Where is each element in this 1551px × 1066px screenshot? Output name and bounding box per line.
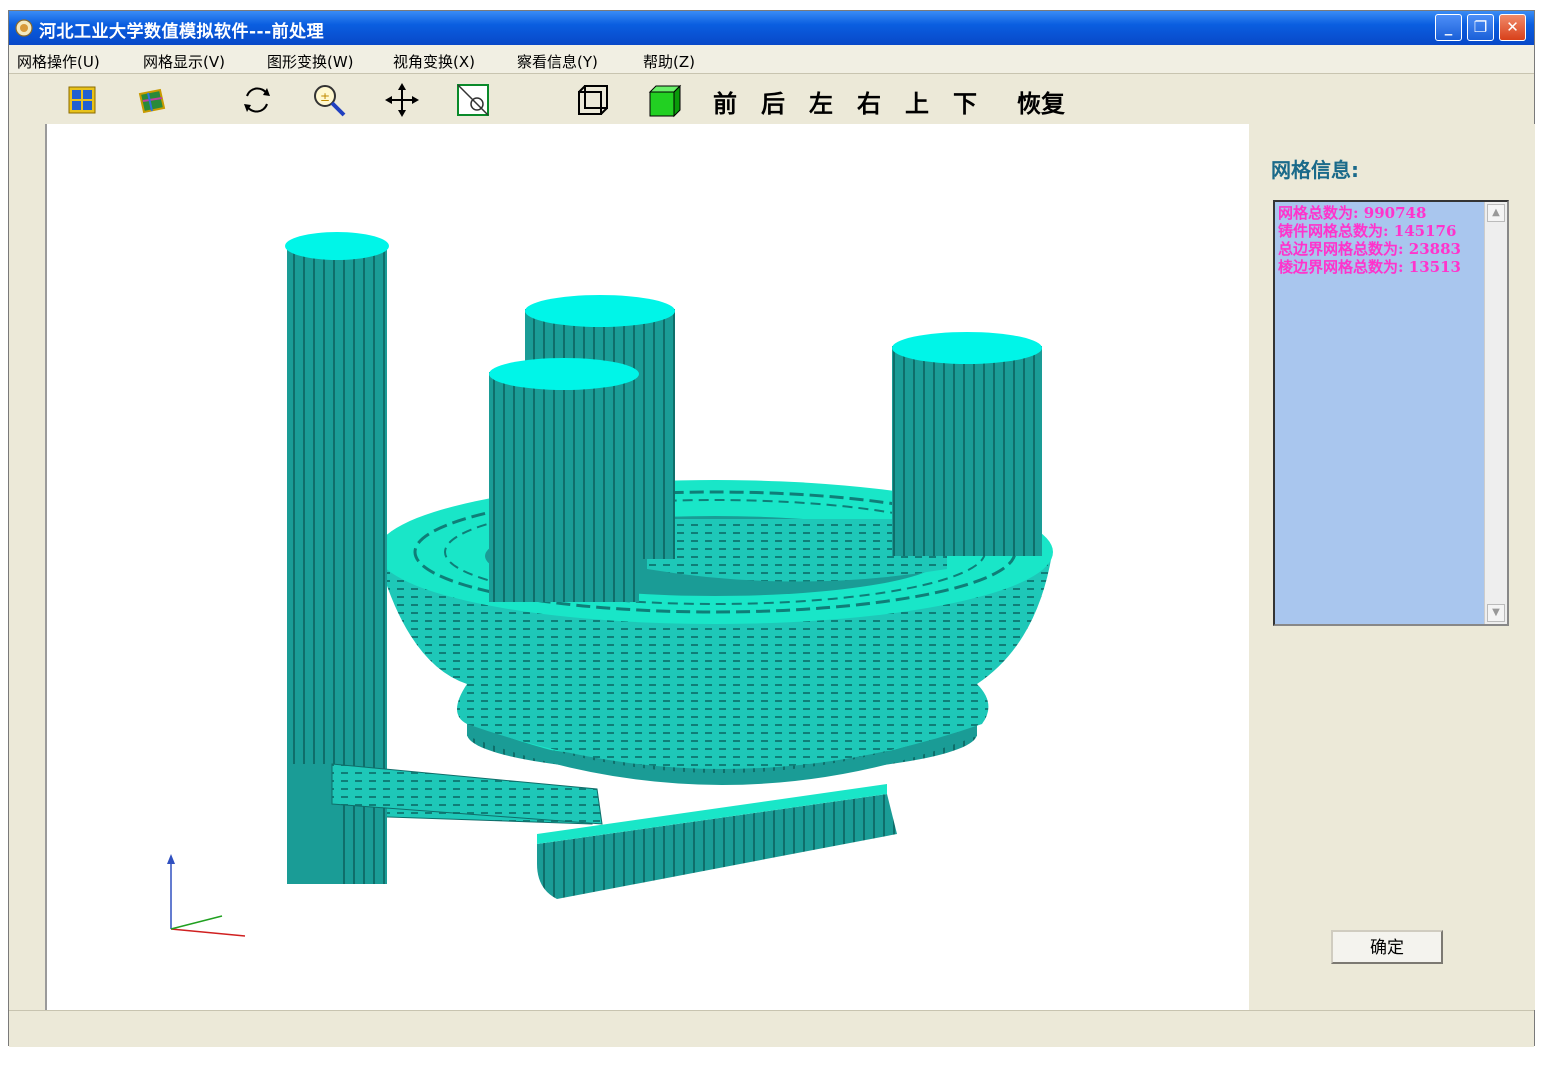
info-panel: 网格信息: 网格总数为: 990748 铸件网格总数为: 145176 总边界网…: [1249, 124, 1535, 1010]
restore-button[interactable]: ❐: [1467, 14, 1494, 41]
pan-icon[interactable]: [384, 82, 420, 118]
info-text: 网格总数为: 990748 铸件网格总数为: 145176 总边界网格总数为: …: [1278, 204, 1484, 276]
mesh-layers-icon[interactable]: [134, 82, 170, 118]
grid-view-icon[interactable]: [64, 82, 100, 118]
menu-view-transform[interactable]: 视角变换(X): [393, 51, 475, 72]
view-left-button[interactable]: 左: [809, 84, 833, 119]
menu-view-info[interactable]: 察看信息(Y): [517, 51, 598, 72]
rotate-icon[interactable]: [239, 82, 275, 118]
axis-gizmo: [167, 854, 246, 937]
menu-bar: 网格操作(U) 网格显示(V) 图形变换(W) 视角变换(X) 察看信息(Y) …: [9, 45, 1534, 74]
riser-front: [489, 358, 639, 602]
view-top-button[interactable]: 上: [905, 84, 929, 119]
close-button[interactable]: ✕: [1499, 14, 1526, 41]
menu-graphic-transform[interactable]: 图形变换(W): [267, 51, 354, 72]
window-title: 河北工业大学数值模拟软件---前处理: [39, 22, 325, 42]
ok-button[interactable]: 确定: [1331, 930, 1443, 964]
info-scrollbar[interactable]: ▲ ▼: [1484, 202, 1507, 624]
wireframe-box-icon[interactable]: [575, 82, 611, 118]
info-panel-title: 网格信息:: [1271, 158, 1359, 182]
scroll-down-icon[interactable]: ▼: [1487, 604, 1505, 622]
scroll-up-icon[interactable]: ▲: [1487, 204, 1505, 222]
view-back-button[interactable]: 后: [761, 84, 785, 119]
menu-help[interactable]: 帮助(Z): [643, 51, 695, 72]
title-bar[interactable]: 河北工业大学数值模拟软件---前处理 _ ❐ ✕: [9, 11, 1534, 45]
view-right-button[interactable]: 右: [857, 84, 881, 119]
toolbar: ± 前 后 左 右 上 下 恢复: [9, 74, 1534, 127]
info-line-edge-mesh: 棱边界网格总数为: 13513: [1278, 258, 1461, 276]
svg-text:±: ±: [320, 90, 330, 104]
status-bar: [9, 1010, 1534, 1047]
app-window: 河北工业大学数值模拟软件---前处理 _ ❐ ✕ 网格操作(U) 网格显示(V)…: [8, 10, 1535, 1047]
view-front-button[interactable]: 前: [713, 84, 737, 119]
app-logo-icon: [15, 19, 33, 37]
info-textbox[interactable]: 网格总数为: 990748 铸件网格总数为: 145176 总边界网格总数为: …: [1273, 200, 1509, 626]
view-bottom-button[interactable]: 下: [953, 84, 977, 119]
solid-box-icon[interactable]: [646, 82, 682, 118]
view-reset-button[interactable]: 恢复: [1017, 84, 1065, 119]
left-strip: [9, 124, 45, 1010]
info-line-total-mesh: 网格总数为: 990748: [1278, 204, 1427, 222]
info-line-boundary-mesh: 总边界网格总数为: 23883: [1278, 240, 1461, 258]
info-line-casting-mesh: 铸件网格总数为: 145176: [1278, 222, 1457, 240]
select-icon[interactable]: [455, 82, 491, 118]
menu-mesh-operation[interactable]: 网格操作(U): [17, 51, 100, 72]
mesh-viewport[interactable]: [45, 124, 1251, 1010]
menu-mesh-display[interactable]: 网格显示(V): [143, 51, 225, 72]
minimize-button[interactable]: _: [1435, 14, 1462, 41]
mesh-model: [167, 232, 1053, 937]
riser-right: [892, 332, 1042, 556]
zoom-icon[interactable]: ±: [311, 82, 347, 118]
